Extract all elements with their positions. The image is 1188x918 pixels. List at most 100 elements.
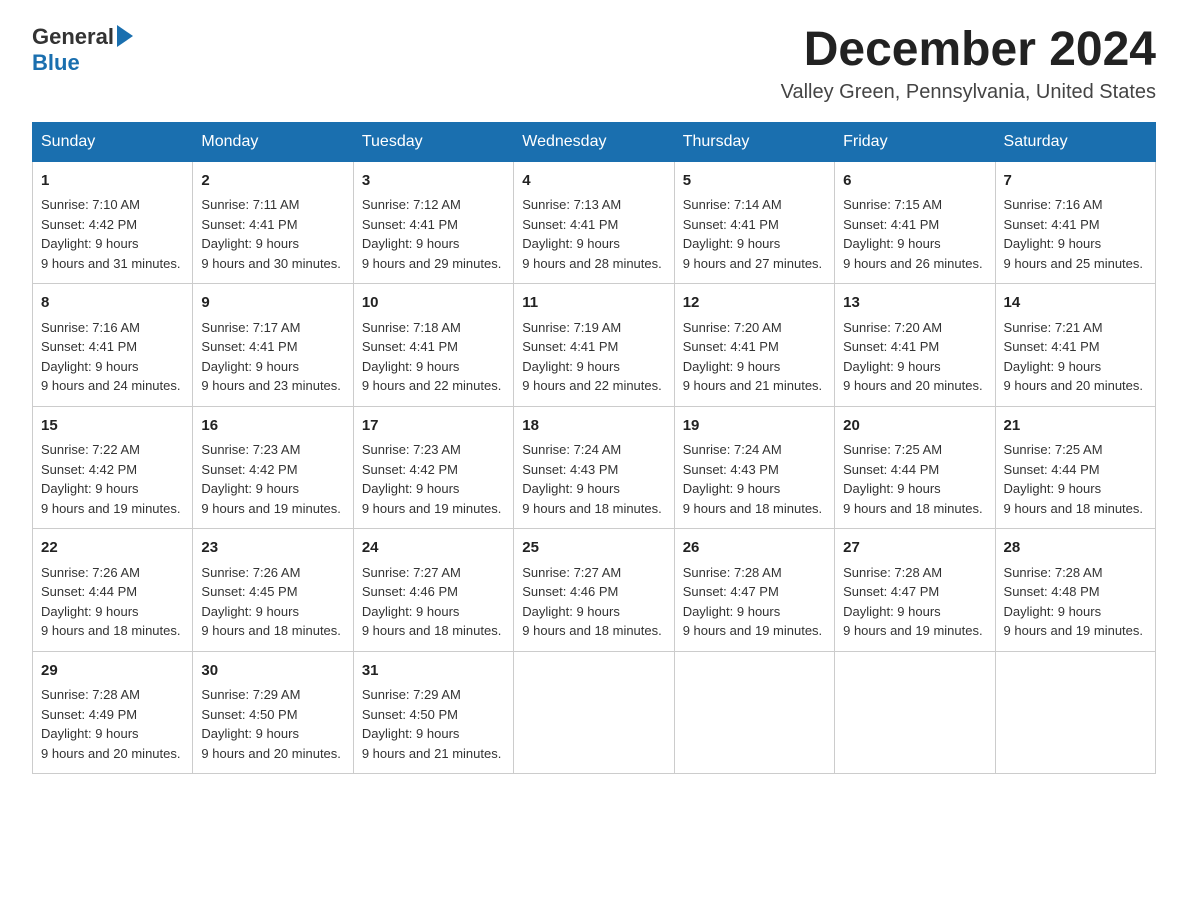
day-info: Sunrise: 7:18 AMSunset: 4:41 PMDaylight:… xyxy=(362,320,501,394)
day-number: 31 xyxy=(362,660,505,683)
day-number: 22 xyxy=(41,537,184,560)
day-number: 26 xyxy=(683,537,826,560)
table-row: 13 Sunrise: 7:20 AMSunset: 4:41 PMDayligh… xyxy=(835,284,995,407)
day-number: 14 xyxy=(1004,292,1147,315)
calendar-week-row: 8Sunrise: 7:16 AMSunset: 4:41 PMDaylight… xyxy=(33,284,1156,407)
table-row: 25 Sunrise: 7:27 AMSunset: 4:46 PMDayligh… xyxy=(514,529,674,652)
day-number: 25 xyxy=(522,537,665,560)
day-info: Sunrise: 7:14 AMSunset: 4:41 PMDaylight:… xyxy=(683,197,822,271)
table-row: 6 Sunrise: 7:15 AMSunset: 4:41 PMDaylight… xyxy=(835,161,995,284)
day-number: 2 xyxy=(201,170,344,193)
day-info: Sunrise: 7:23 AMSunset: 4:42 PMDaylight:… xyxy=(362,442,501,516)
day-number: 9 xyxy=(201,292,344,315)
table-row: 14 Sunrise: 7:21 AMSunset: 4:41 PMDayligh… xyxy=(995,284,1155,407)
day-info: Sunrise: 7:20 AMSunset: 4:41 PMDaylight:… xyxy=(683,320,822,394)
calendar-week-row: 29 Sunrise: 7:28 AMSunset: 4:49 PMDayligh… xyxy=(33,651,1156,774)
table-row: 4 Sunrise: 7:13 AMSunset: 4:41 PMDaylight… xyxy=(514,161,674,284)
calendar-week-row: 15Sunrise: 7:22 AMSunset: 4:42 PMDayligh… xyxy=(33,406,1156,529)
day-number: 27 xyxy=(843,537,986,560)
table-row: 5 Sunrise: 7:14 AMSunset: 4:41 PMDaylight… xyxy=(674,161,834,284)
day-number: 18 xyxy=(522,415,665,438)
header-wednesday: Wednesday xyxy=(514,122,674,161)
day-number: 3 xyxy=(362,170,505,193)
header-tuesday: Tuesday xyxy=(353,122,513,161)
table-row: 7 Sunrise: 7:16 AMSunset: 4:41 PMDaylight… xyxy=(995,161,1155,284)
day-info: Sunrise: 7:27 AMSunset: 4:46 PMDaylight:… xyxy=(522,565,661,639)
day-number: 10 xyxy=(362,292,505,315)
table-row: 21Sunrise: 7:25 AMSunset: 4:44 PMDayligh… xyxy=(995,406,1155,529)
table-row: 2 Sunrise: 7:11 AMSunset: 4:41 PMDaylight… xyxy=(193,161,353,284)
day-info: Sunrise: 7:12 AMSunset: 4:41 PMDaylight:… xyxy=(362,197,501,271)
table-row: 24Sunrise: 7:27 AMSunset: 4:46 PMDayligh… xyxy=(353,529,513,652)
month-title: December 2024 xyxy=(781,24,1156,77)
day-info: Sunrise: 7:10 AMSunset: 4:42 PMDaylight:… xyxy=(41,197,180,271)
day-number: 23 xyxy=(201,537,344,560)
table-row: 19 Sunrise: 7:24 AMSunset: 4:43 PMDayligh… xyxy=(674,406,834,529)
day-info: Sunrise: 7:15 AMSunset: 4:41 PMDaylight:… xyxy=(843,197,982,271)
day-number: 19 xyxy=(683,415,826,438)
table-row: 23 Sunrise: 7:26 AMSunset: 4:45 PMDayligh… xyxy=(193,529,353,652)
day-number: 11 xyxy=(522,292,665,315)
table-row: 26Sunrise: 7:28 AMSunset: 4:47 PMDayligh… xyxy=(674,529,834,652)
table-row xyxy=(674,651,834,774)
location-subtitle: Valley Green, Pennsylvania, United State… xyxy=(781,81,1156,104)
day-number: 4 xyxy=(522,170,665,193)
table-row xyxy=(514,651,674,774)
day-info: Sunrise: 7:13 AMSunset: 4:41 PMDaylight:… xyxy=(522,197,661,271)
title-area: December 2024 Valley Green, Pennsylvania… xyxy=(781,24,1156,104)
header-sunday: Sunday xyxy=(33,122,193,161)
table-row: 22 Sunrise: 7:26 AMSunset: 4:44 PMDayligh… xyxy=(33,529,193,652)
day-number: 6 xyxy=(843,170,986,193)
day-info: Sunrise: 7:26 AMSunset: 4:45 PMDaylight:… xyxy=(201,565,340,639)
day-info: Sunrise: 7:11 AMSunset: 4:41 PMDaylight:… xyxy=(201,197,340,271)
day-info: Sunrise: 7:24 AMSunset: 4:43 PMDaylight:… xyxy=(522,442,661,516)
day-info: Sunrise: 7:20 AMSunset: 4:41 PMDaylight:… xyxy=(843,320,982,394)
day-info: Sunrise: 7:24 AMSunset: 4:43 PMDaylight:… xyxy=(683,442,822,516)
day-info: Sunrise: 7:22 AMSunset: 4:42 PMDaylight:… xyxy=(41,442,180,516)
day-number: 20 xyxy=(843,415,986,438)
day-number: 28 xyxy=(1004,537,1147,560)
day-info: Sunrise: 7:28 AMSunset: 4:48 PMDaylight:… xyxy=(1004,565,1143,639)
day-number: 12 xyxy=(683,292,826,315)
day-info: Sunrise: 7:25 AMSunset: 4:44 PMDaylight:… xyxy=(843,442,982,516)
day-number: 17 xyxy=(362,415,505,438)
table-row: 1 Sunrise: 7:10 AMSunset: 4:42 PMDaylight… xyxy=(33,161,193,284)
logo-general-text: General xyxy=(32,24,114,50)
day-info: Sunrise: 7:28 AMSunset: 4:49 PMDaylight:… xyxy=(41,687,180,761)
day-number: 29 xyxy=(41,660,184,683)
calendar-table: Sunday Monday Tuesday Wednesday Thursday… xyxy=(32,122,1156,775)
table-row: 18 Sunrise: 7:24 AMSunset: 4:43 PMDayligh… xyxy=(514,406,674,529)
table-row xyxy=(995,651,1155,774)
table-row: 28 Sunrise: 7:28 AMSunset: 4:48 PMDayligh… xyxy=(995,529,1155,652)
table-row: 3 Sunrise: 7:12 AMSunset: 4:41 PMDaylight… xyxy=(353,161,513,284)
header-saturday: Saturday xyxy=(995,122,1155,161)
day-number: 30 xyxy=(201,660,344,683)
table-row: 8Sunrise: 7:16 AMSunset: 4:41 PMDaylight… xyxy=(33,284,193,407)
day-number: 7 xyxy=(1004,170,1147,193)
day-info: Sunrise: 7:29 AMSunset: 4:50 PMDaylight:… xyxy=(201,687,340,761)
day-info: Sunrise: 7:17 AMSunset: 4:41 PMDaylight:… xyxy=(201,320,340,394)
day-info: Sunrise: 7:27 AMSunset: 4:46 PMDaylight:… xyxy=(362,565,501,639)
day-number: 21 xyxy=(1004,415,1147,438)
day-info: Sunrise: 7:28 AMSunset: 4:47 PMDaylight:… xyxy=(843,565,982,639)
table-row xyxy=(835,651,995,774)
day-info: Sunrise: 7:21 AMSunset: 4:41 PMDaylight:… xyxy=(1004,320,1143,394)
day-number: 13 xyxy=(843,292,986,315)
day-info: Sunrise: 7:29 AMSunset: 4:50 PMDaylight:… xyxy=(362,687,501,761)
table-row: 31 Sunrise: 7:29 AMSunset: 4:50 PMDayligh… xyxy=(353,651,513,774)
calendar-week-row: 1 Sunrise: 7:10 AMSunset: 4:42 PMDaylight… xyxy=(33,161,1156,284)
logo-arrow-icon xyxy=(117,25,133,47)
day-info: Sunrise: 7:26 AMSunset: 4:44 PMDaylight:… xyxy=(41,565,180,639)
page-header: General Blue December 2024 Valley Green,… xyxy=(32,24,1156,104)
weekday-header-row: Sunday Monday Tuesday Wednesday Thursday… xyxy=(33,122,1156,161)
table-row: 17 Sunrise: 7:23 AMSunset: 4:42 PMDayligh… xyxy=(353,406,513,529)
day-number: 16 xyxy=(201,415,344,438)
day-number: 5 xyxy=(683,170,826,193)
logo: General Blue xyxy=(32,24,133,76)
day-info: Sunrise: 7:16 AMSunset: 4:41 PMDaylight:… xyxy=(1004,197,1143,271)
table-row: 27 Sunrise: 7:28 AMSunset: 4:47 PMDayligh… xyxy=(835,529,995,652)
day-number: 1 xyxy=(41,170,184,193)
day-number: 8 xyxy=(41,292,184,315)
day-info: Sunrise: 7:23 AMSunset: 4:42 PMDaylight:… xyxy=(201,442,340,516)
table-row: 12 Sunrise: 7:20 AMSunset: 4:41 PMDayligh… xyxy=(674,284,834,407)
